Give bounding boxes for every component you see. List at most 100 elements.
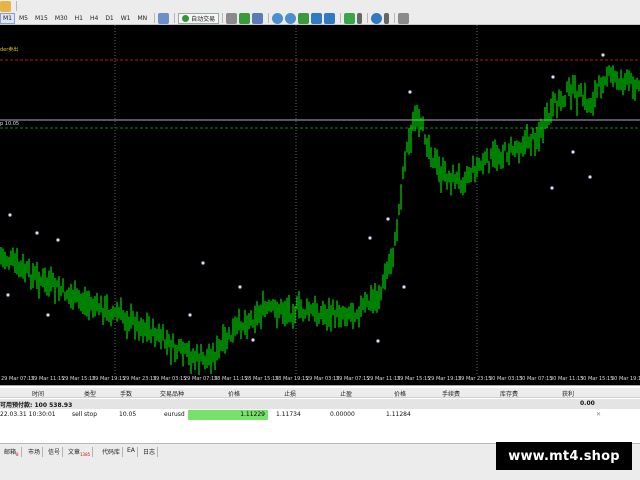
- trade-marker[interactable]: [8, 213, 12, 217]
- candlestick-icon[interactable]: [239, 12, 251, 24]
- time-axis-tick: 29 Mar 23:15: [123, 376, 157, 382]
- new-order-icon[interactable]: [0, 0, 11, 12]
- timeframe-m5-button[interactable]: M5: [16, 13, 31, 24]
- trade-marker[interactable]: [35, 231, 39, 235]
- candlestick-chart-canvas[interactable]: [0, 25, 640, 375]
- toolbar-separator: [222, 13, 224, 23]
- timeframe-d1-button[interactable]: D1: [102, 13, 116, 24]
- tab-journal[interactable]: 日志: [141, 447, 159, 457]
- trade-marker[interactable]: [386, 217, 390, 221]
- toolbar-row-main: M1 M5 M15 M30 H1 H4 D1 W1 MN 自动交易: [0, 12, 411, 24]
- autotrade-button[interactable]: 自动交易: [178, 12, 220, 24]
- trade-marker[interactable]: [56, 238, 60, 242]
- column-header-sl[interactable]: 止损: [284, 389, 296, 398]
- chart-window-icon[interactable]: [158, 12, 170, 24]
- toolbar-separator: [340, 13, 342, 23]
- column-header-type[interactable]: 类型: [84, 389, 96, 398]
- tile-windows-icon[interactable]: [298, 12, 310, 24]
- autoscroll-icon[interactable]: [311, 12, 323, 24]
- trade-marker[interactable]: [238, 285, 242, 289]
- pending-order-row[interactable]: 22.03.31 10:30:01 sell stop 10.05 eurusd…: [0, 410, 640, 420]
- trade-marker[interactable]: [601, 53, 605, 57]
- trade-marker[interactable]: [550, 186, 554, 190]
- column-header-tp[interactable]: 止盈: [340, 389, 352, 398]
- trade-marker[interactable]: [201, 261, 205, 265]
- time-axis-tick: 29 Mar 07:15: [1, 376, 35, 382]
- bar-chart-icon[interactable]: [226, 12, 238, 24]
- time-axis-tick: 30 Mar 03:15: [489, 376, 523, 382]
- order-open-price: 1.11229: [188, 410, 268, 420]
- column-header-symbol[interactable]: 交易品种: [160, 389, 184, 398]
- templates-icon[interactable]: [398, 12, 410, 24]
- dropdown-arrow-icon[interactable]: [357, 12, 363, 24]
- trade-marker[interactable]: [368, 236, 372, 240]
- time-axis-tick: 29 Mar 07:15: [336, 376, 370, 382]
- line-chart-icon[interactable]: [252, 12, 264, 24]
- trade-marker[interactable]: [46, 313, 50, 317]
- indicators-icon[interactable]: [344, 12, 356, 24]
- time-axis-tick: 29 Mar 15:15: [397, 376, 431, 382]
- balance-row[interactable]: 可用预付款: 100 538.93 0.00: [0, 399, 640, 409]
- terminal-panel: 时间 类型 手数 交易品种 价格 止损 止盈 价格 手续费 库存费 获利 可用预…: [0, 385, 640, 443]
- column-header-current-price[interactable]: 价格: [394, 389, 406, 398]
- terminal-column-headers: 时间 类型 手数 交易品种 价格 止损 止盈 价格 手续费 库存费 获利: [0, 388, 640, 398]
- timeframe-m30-button[interactable]: M30: [52, 13, 71, 24]
- time-axis-tick: 29 Mar 11:15: [31, 376, 65, 382]
- trade-marker[interactable]: [588, 175, 592, 179]
- timeframe-m1-button[interactable]: M1: [0, 12, 15, 24]
- tab-mailbox[interactable]: 邮箱8: [2, 447, 22, 457]
- time-axis-tick: 30 Mar 15:15: [580, 376, 614, 382]
- timeframe-m15-button[interactable]: M15: [32, 13, 51, 24]
- toolbar-separator: [367, 13, 369, 23]
- time-axis-tick: 28 Mar 15:15: [245, 376, 279, 382]
- timeframe-h4-button[interactable]: H4: [87, 13, 101, 24]
- trade-marker[interactable]: [251, 338, 255, 342]
- timeframe-mn-button[interactable]: MN: [135, 13, 151, 24]
- tab-signals[interactable]: 信号: [46, 447, 64, 457]
- current-level-label: p 10.05: [0, 121, 20, 127]
- tab-experts[interactable]: EA: [125, 447, 138, 457]
- trade-marker[interactable]: [408, 90, 412, 94]
- toolbar-separator: [394, 13, 396, 23]
- trade-marker[interactable]: [551, 75, 555, 79]
- tab-market[interactable]: 市场: [26, 447, 44, 457]
- column-header-time[interactable]: 时间: [32, 389, 44, 398]
- delete-order-icon[interactable]: ✕: [596, 411, 601, 418]
- total-profit: 0.00: [580, 400, 595, 407]
- column-header-lots[interactable]: 手数: [120, 389, 132, 398]
- trade-marker[interactable]: [571, 150, 575, 154]
- timeframe-h1-button[interactable]: H1: [72, 13, 86, 24]
- trade-marker[interactable]: [376, 339, 380, 343]
- column-header-price[interactable]: 价格: [228, 389, 240, 398]
- column-header-profit[interactable]: 获利: [562, 389, 574, 398]
- order-take-profit[interactable]: 0.00000: [330, 411, 355, 418]
- time-axis-tick: 28 Mar 11:15: [214, 376, 248, 382]
- toolbar-separator: [154, 13, 156, 23]
- price-chart[interactable]: der卖出 p 10.05 29 Mar 07:15 29 Mar 11:15 29…: [0, 25, 640, 385]
- periods-clock-icon[interactable]: [371, 12, 383, 24]
- timeframe-w1-button[interactable]: W1: [118, 13, 134, 24]
- toolbar-separator: [174, 13, 176, 23]
- order-market-price: 1.11284: [386, 411, 411, 418]
- pending-order-label: der卖出: [0, 47, 19, 53]
- trade-marker[interactable]: [402, 285, 406, 289]
- tab-articles[interactable]: 文章1385: [66, 447, 94, 457]
- zoom-in-icon[interactable]: [272, 12, 284, 24]
- chart-shift-icon[interactable]: [324, 12, 336, 24]
- dropdown-arrow-icon[interactable]: [384, 12, 390, 24]
- order-stop-loss[interactable]: 1.11734: [276, 411, 301, 418]
- toolbar-separator: [268, 13, 270, 23]
- column-header-commission[interactable]: 手续费: [442, 389, 460, 398]
- order-lots: 10.05: [119, 411, 137, 418]
- time-axis-tick: 29 Mar 07:15: [184, 376, 218, 382]
- order-symbol: eurusd: [164, 411, 185, 418]
- column-header-swap[interactable]: 库存费: [500, 389, 518, 398]
- time-axis-tick: 29 Mar 23:15: [458, 376, 492, 382]
- trade-marker[interactable]: [188, 313, 192, 317]
- toolbar-row-top: [0, 0, 20, 12]
- trade-marker[interactable]: [6, 293, 10, 297]
- tab-code-base[interactable]: 代码库: [100, 447, 124, 457]
- zoom-out-icon[interactable]: [285, 12, 297, 24]
- time-axis-tick: 29 Mar 03:15: [153, 376, 187, 382]
- time-axis-tick: 30 Mar 07:15: [519, 376, 553, 382]
